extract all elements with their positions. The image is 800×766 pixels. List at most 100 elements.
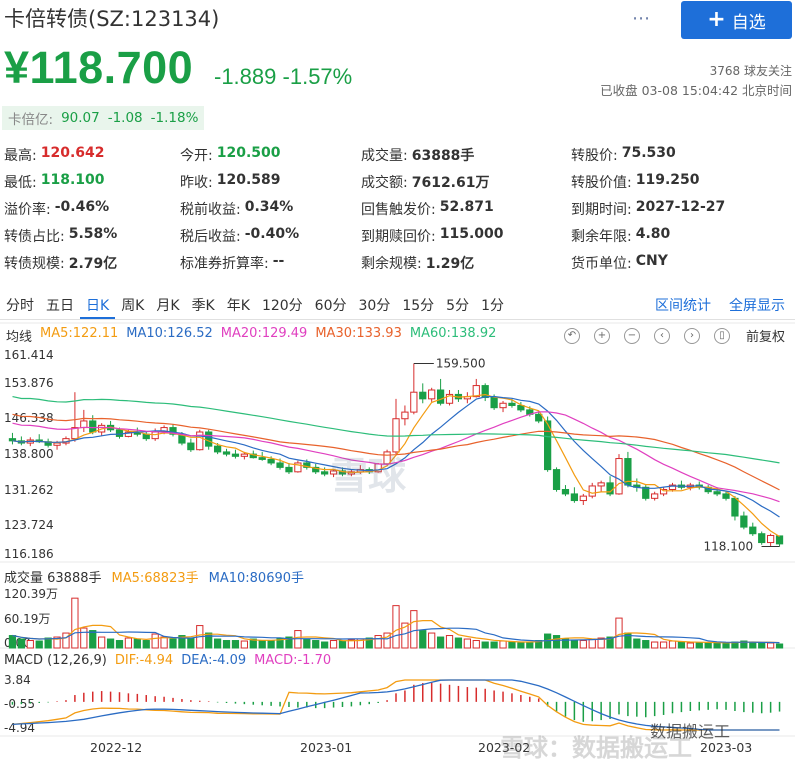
candle-body	[615, 458, 623, 495]
volume-bar	[35, 640, 43, 649]
volume-bar	[419, 630, 427, 649]
volume-bar	[392, 605, 400, 649]
volume-bar	[677, 641, 686, 649]
candle-body	[561, 488, 570, 495]
candle-body	[267, 458, 275, 464]
volume-bar	[106, 638, 115, 649]
candle-body	[115, 429, 124, 437]
volume-bar	[205, 632, 213, 649]
volume-bar	[749, 641, 757, 649]
candle-body	[419, 391, 427, 400]
volume-bar	[704, 642, 712, 649]
volume-bar	[552, 635, 561, 649]
candle-body	[151, 431, 159, 440]
volume-bar	[410, 610, 418, 649]
candle-body	[597, 482, 605, 487]
volume-bar	[17, 638, 26, 649]
volume-bar	[222, 640, 231, 649]
volume-bar	[499, 640, 507, 649]
volume-bar	[615, 617, 623, 649]
candle-body	[579, 495, 587, 502]
candle-body	[53, 442, 61, 446]
candle-body	[258, 457, 266, 460]
volume-bar	[89, 630, 97, 649]
volume-bar	[445, 635, 454, 649]
volume-bar	[329, 640, 338, 649]
volume-bar	[231, 640, 240, 649]
candle-body	[766, 534, 775, 544]
volume-bar	[115, 640, 124, 649]
volume-bar	[508, 641, 516, 649]
volume-bar	[258, 640, 266, 649]
candle-body	[276, 462, 284, 468]
volume-bar	[267, 640, 275, 649]
candle-body	[428, 389, 436, 400]
candle-body	[731, 497, 739, 517]
candle-body	[240, 453, 248, 457]
candle-body	[89, 420, 97, 433]
volume-bar	[98, 636, 106, 649]
volume-bar	[472, 640, 480, 649]
volume-bar	[686, 642, 694, 649]
volume-bar	[151, 633, 159, 649]
volume-bar	[570, 640, 579, 649]
candle-body	[740, 515, 748, 528]
volume-bar	[481, 641, 489, 649]
volume-bar	[642, 640, 650, 649]
candle-body	[80, 420, 88, 429]
candle-body	[321, 471, 329, 475]
volume-bar	[633, 638, 641, 649]
candle-body	[205, 431, 213, 447]
candle-body	[552, 469, 561, 490]
volume-bar	[160, 636, 168, 649]
kline-chart[interactable]: 159.500 118.100	[0, 0, 800, 766]
volume-bar	[26, 640, 34, 649]
volume-bar	[579, 640, 587, 649]
volume-bar	[722, 642, 730, 649]
volume-bar	[303, 638, 311, 649]
candle-body	[570, 493, 579, 502]
candle-body	[642, 486, 650, 499]
candle-body	[490, 397, 498, 409]
low-price-label: 118.100	[704, 540, 754, 554]
candle-body	[410, 391, 418, 413]
volume-bar	[668, 640, 677, 649]
volume-bar	[428, 632, 436, 649]
volume-bar	[44, 637, 52, 649]
volume-bar	[526, 641, 534, 649]
candle-body	[749, 526, 757, 535]
volume-bar	[142, 640, 150, 649]
candle-body	[499, 402, 507, 409]
candle-body	[588, 485, 596, 497]
volume-bar	[71, 597, 79, 649]
volume-bar	[651, 641, 659, 649]
volume-bar	[133, 638, 141, 649]
watermark-corner: 数据搬运工	[650, 722, 731, 741]
high-price-label: 159.500	[436, 356, 486, 370]
volume-bar	[659, 641, 668, 649]
candle-body	[535, 413, 543, 422]
volume-bar	[775, 643, 784, 649]
candle-body	[651, 493, 659, 499]
volume-bar	[758, 642, 766, 649]
candle-body	[758, 533, 766, 544]
volume-bar	[517, 642, 525, 649]
volume-bar	[588, 638, 596, 649]
candle-body	[213, 445, 222, 453]
candle-body	[713, 491, 721, 495]
volume-bar	[454, 637, 463, 649]
volume-bar	[338, 640, 347, 649]
candle-body	[436, 389, 445, 404]
volume-bar	[766, 642, 775, 649]
candle-body	[401, 411, 409, 420]
watermark-center: 雪球	[330, 454, 407, 498]
volume-bar	[187, 637, 195, 649]
volume-bar	[436, 636, 445, 649]
candle-body	[231, 453, 240, 457]
candle-body	[187, 442, 195, 451]
volume-bar	[374, 635, 382, 649]
volume-bar	[463, 638, 471, 649]
volume-bar	[213, 638, 222, 649]
volume-bar	[490, 641, 498, 649]
volume-bar	[124, 637, 133, 649]
